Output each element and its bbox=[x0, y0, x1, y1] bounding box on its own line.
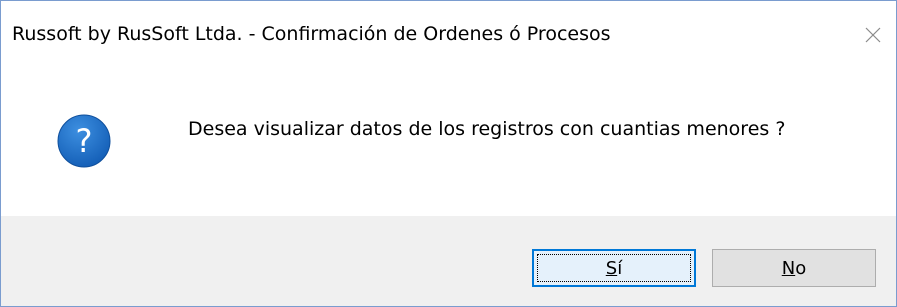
dialog-content: ? Desea visualizar datos de los registro… bbox=[1, 69, 896, 216]
no-button[interactable]: No bbox=[712, 249, 876, 287]
no-mnemonic: N bbox=[781, 257, 796, 279]
close-icon bbox=[865, 27, 881, 43]
no-label: No bbox=[782, 258, 806, 279]
dialog-message: Desea visualizar datos de los registros … bbox=[188, 118, 786, 140]
confirmation-dialog: Russoft by RusSoft Ltda. - Confirmación … bbox=[0, 0, 897, 307]
window-title: Russoft by RusSoft Ltda. - Confirmación … bbox=[12, 23, 611, 45]
yes-label-rest: í bbox=[617, 257, 623, 279]
yes-label: Sí bbox=[606, 258, 622, 279]
button-bar: Sí No bbox=[1, 216, 896, 306]
yes-mnemonic: S bbox=[605, 257, 618, 279]
question-icon: ? bbox=[57, 114, 111, 168]
title-bar[interactable]: Russoft by RusSoft Ltda. - Confirmación … bbox=[1, 1, 896, 69]
yes-button[interactable]: Sí bbox=[532, 249, 696, 287]
no-label-rest: o bbox=[795, 257, 807, 279]
close-button[interactable] bbox=[850, 1, 896, 69]
svg-text:?: ? bbox=[76, 122, 93, 160]
